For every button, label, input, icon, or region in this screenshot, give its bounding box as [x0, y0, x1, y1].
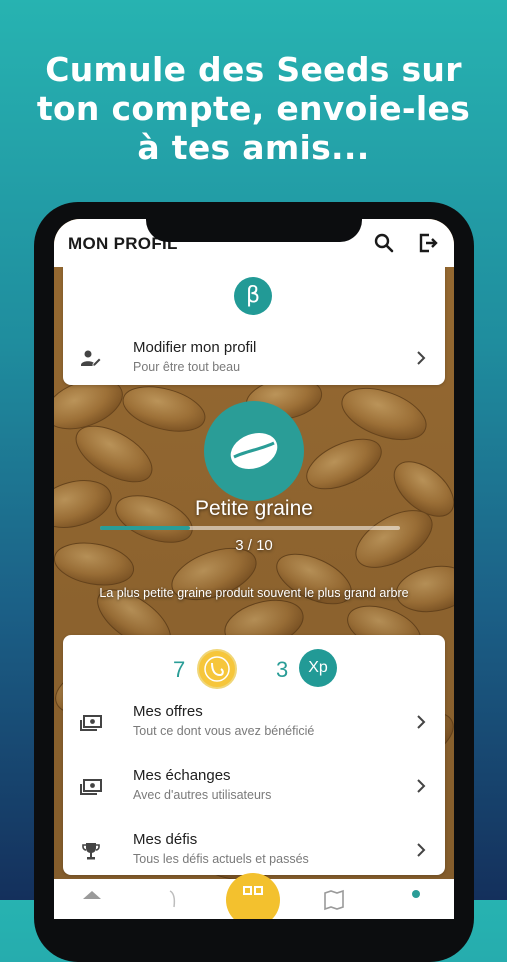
edit-user-icon — [81, 350, 102, 367]
app-screen: MON PROFIL β Modifier mon profil Pour êt… — [54, 219, 454, 919]
menu-item-subtitle: Tous les défis actuels et passés — [133, 852, 309, 866]
stats-row: 7 3 Xp — [63, 649, 445, 689]
xp-badge: Xp — [299, 649, 337, 687]
menu-item-title: Mes défis — [133, 831, 198, 848]
brand-logo: β — [234, 277, 272, 315]
level-quote: La plus petite graine produit souvent le… — [99, 586, 409, 600]
logout-icon[interactable] — [416, 231, 440, 255]
activity-card: 7 3 Xp Mes offres Tout ce dont vous avez… — [63, 635, 445, 875]
headline-line-1: Cumule des Seeds sur — [45, 50, 462, 89]
headline-line-3: à tes amis... — [137, 128, 370, 167]
chevron-right-icon — [417, 779, 426, 793]
menu-item-challenges[interactable]: Mes défis Tous les défis actuels et pass… — [63, 825, 445, 877]
profile-tab-icon[interactable] — [404, 887, 428, 911]
money-icon — [80, 779, 102, 795]
trophy-icon — [82, 843, 100, 860]
chevron-right-icon — [417, 351, 426, 365]
level-name: Petite graine — [195, 497, 313, 520]
menu-item-subtitle: Tout ce dont vous avez bénéficié — [133, 724, 315, 738]
edit-profile-subtitle: Pour être tout beau — [133, 360, 241, 374]
menu-item-title: Mes offres — [133, 703, 203, 720]
map-icon[interactable] — [322, 887, 346, 911]
seed-coin-icon — [197, 649, 237, 689]
phone-notch — [146, 202, 362, 242]
seed-icon — [230, 433, 278, 469]
chevron-right-icon — [417, 843, 426, 857]
qr-code-icon — [243, 886, 263, 895]
edit-profile-row[interactable]: Modifier mon profil Pour être tout beau — [63, 333, 445, 385]
compass-icon[interactable] — [162, 887, 186, 911]
bottom-navigation — [54, 873, 454, 919]
profile-card: β Modifier mon profil Pour être tout bea… — [63, 259, 445, 385]
search-icon[interactable] — [372, 231, 396, 255]
home-icon[interactable] — [80, 887, 104, 911]
scan-qr-button[interactable] — [226, 873, 280, 919]
money-icon — [80, 715, 102, 731]
seed-level-badge — [204, 401, 304, 501]
level-progress-fill — [100, 526, 190, 530]
menu-item-exchanges[interactable]: Mes échanges Avec d'autres utilisateurs — [63, 761, 445, 813]
xp-count: 3 — [276, 657, 289, 682]
level-progress-bar — [100, 526, 400, 530]
menu-item-subtitle: Avec d'autres utilisateurs — [133, 788, 272, 802]
headline-line-2: ton compte, envoie-les — [36, 89, 471, 128]
edit-profile-title: Modifier mon profil — [133, 339, 257, 356]
menu-item-title: Mes échanges — [133, 767, 231, 784]
marketing-headline: Cumule des Seeds sur ton compte, envoie-… — [0, 50, 507, 167]
level-progress-text: 3 / 10 — [235, 537, 273, 554]
menu-item-offers[interactable]: Mes offres Tout ce dont vous avez bénéfi… — [63, 697, 445, 749]
seeds-count: 7 — [173, 657, 186, 682]
chevron-right-icon — [417, 715, 426, 729]
